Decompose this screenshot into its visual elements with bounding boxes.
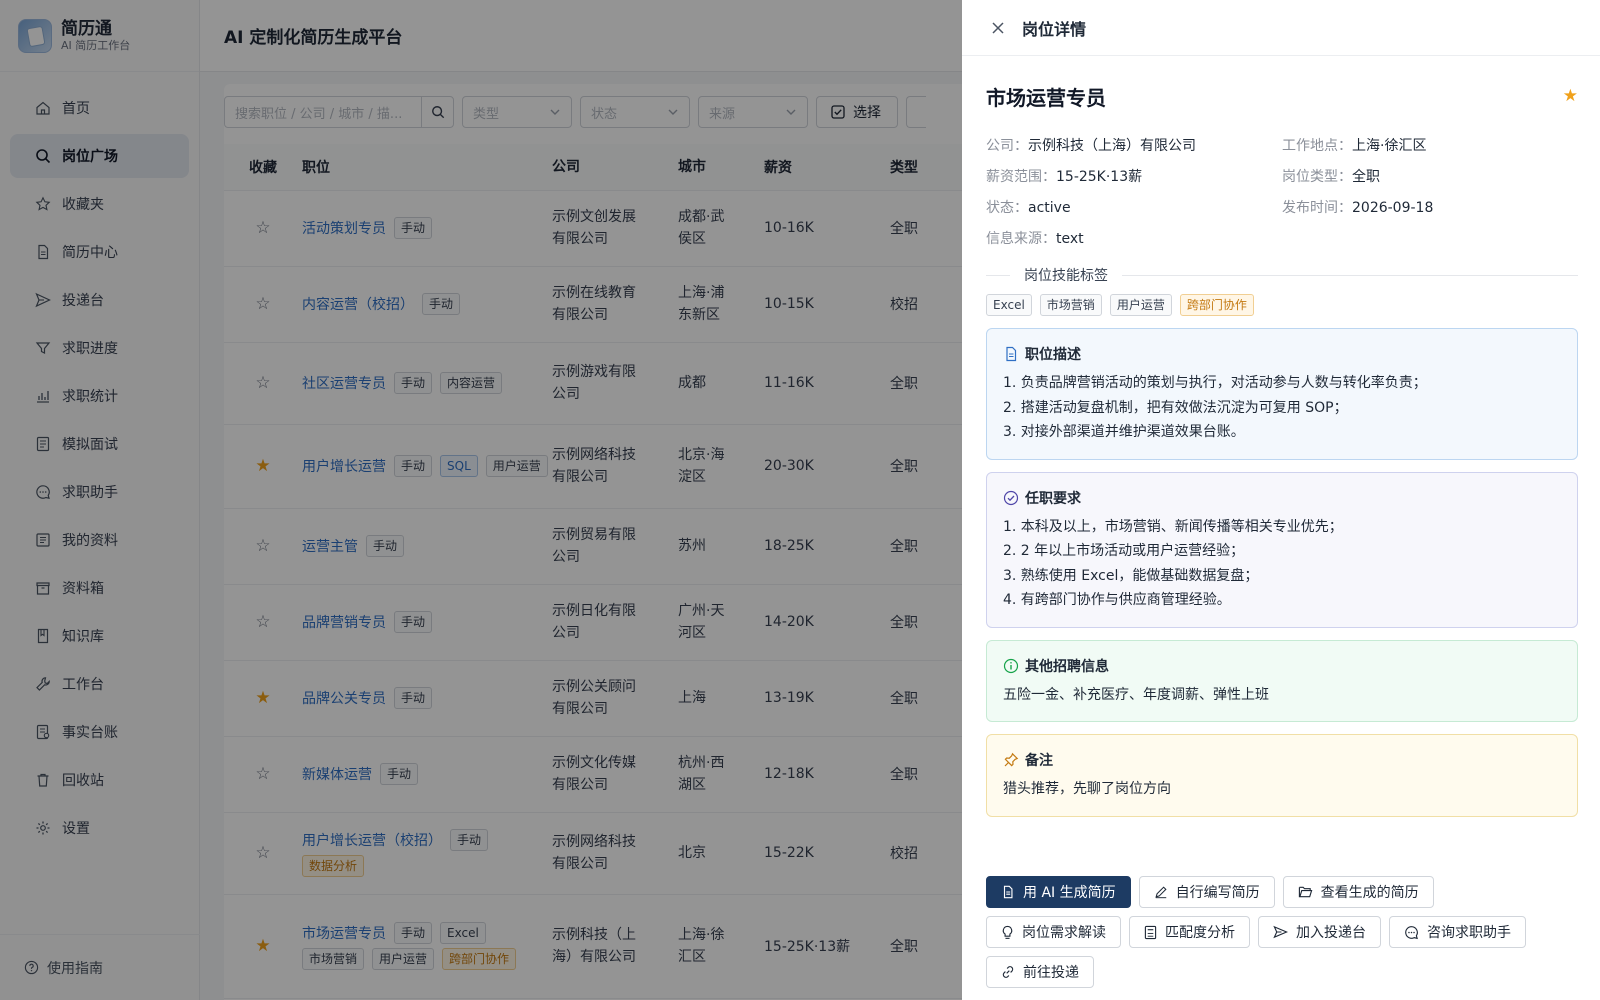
job-info-item: 公司：示例科技（上海）有限公司 — [986, 136, 1282, 157]
analyze-job-button[interactable]: 岗位需求解读 — [986, 916, 1121, 948]
info-value: text — [1056, 231, 1084, 247]
self-write-resume-button[interactable]: 自行编写简历 — [1138, 876, 1275, 908]
job-title: 市场运营专员 — [986, 85, 1106, 110]
document-icon — [1003, 346, 1019, 362]
info-value: 15-25K·13薪 — [1056, 169, 1143, 185]
close-icon[interactable] — [988, 18, 1008, 38]
job-info-item: 薪资范围：15-25K·13薪 — [986, 167, 1282, 188]
job-info-item: 信息来源：text — [986, 229, 1282, 250]
info-value: 示例科技（上海）有限公司 — [1028, 138, 1196, 154]
skills-label: 岗位技能标签 — [1024, 268, 1108, 284]
text-line: 3. 对接外部渠道并维护渠道效果台账。 — [1003, 424, 1245, 440]
info-label: 状态： — [986, 200, 1028, 216]
skill-tag: 用户运营 — [1109, 294, 1172, 316]
check-circle-icon — [1003, 490, 1019, 506]
info-label: 岗位类型： — [1282, 169, 1352, 185]
analyze-job-label: 岗位需求解读 — [1022, 925, 1106, 941]
job-info-item: 状态：active — [986, 198, 1282, 219]
folder-open-icon — [1298, 885, 1313, 899]
ai-generate-resume-button[interactable]: 用 AI 生成简历 — [986, 876, 1131, 908]
skill-tags: Excel 市场营销 用户运营 跨部门协作 — [986, 294, 1578, 316]
notes-text: 猎头推荐，先聊了岗位方向 — [1003, 781, 1171, 797]
info-label: 工作地点： — [1282, 138, 1352, 154]
text-line: 4. 有跨部门协作与供应商管理经验。 — [1003, 592, 1231, 608]
drawer-overlay-mask[interactable] — [0, 0, 962, 1000]
pin-icon — [1003, 752, 1019, 768]
match-analysis-button[interactable]: 匹配度分析 — [1129, 916, 1250, 948]
job-info-item: 发布时间：2026-09-18 — [1282, 198, 1578, 219]
job-detail-drawer: 岗位详情 市场运营专员 ★ 公司：示例科技（上海）有限公司 工作地点：上海·徐汇区… — [962, 0, 1600, 1000]
drawer-body: 市场运营专员 ★ 公司：示例科技（上海）有限公司 工作地点：上海·徐汇区 薪资范围：… — [986, 56, 1578, 817]
text-line: 3. 熟练使用 Excel，能做基础数据复盘； — [1003, 567, 1259, 584]
job-info-item: 工作地点：上海·徐汇区 — [1282, 136, 1578, 157]
go-apply-label: 前往投递 — [1023, 965, 1079, 981]
info-label: 发布时间： — [1282, 200, 1352, 216]
notes-title: 备注 — [1025, 753, 1053, 769]
other-info-title: 其他招聘信息 — [1025, 658, 1109, 675]
text-line: 1. 本科及以上，市场营销、新闻传播等相关专业优先； — [1003, 518, 1343, 535]
go-apply-button[interactable]: 前往投递 — [986, 956, 1094, 988]
calculator-icon — [1144, 925, 1157, 940]
description-card: 职位描述 1. 负责品牌营销活动的策划与执行，对活动参与人数与转化率负责； 2. … — [986, 328, 1578, 460]
info-value: 上海·徐汇区 — [1352, 138, 1427, 154]
requirements-title: 任职要求 — [1025, 490, 1081, 507]
add-to-board-button[interactable]: 加入投递台 — [1258, 916, 1381, 948]
description-title: 职位描述 — [1025, 347, 1081, 363]
view-generated-resume-button[interactable]: 查看生成的简历 — [1282, 876, 1434, 908]
skill-tag: 市场营销 — [1039, 294, 1102, 316]
pencil-icon — [1154, 885, 1168, 899]
skill-tag: 跨部门协作 — [1179, 294, 1254, 316]
chat-icon — [1404, 925, 1419, 940]
add-to-board-label: 加入投递台 — [1296, 925, 1366, 941]
ai-generate-resume-label: 用 AI 生成简历 — [1023, 885, 1116, 901]
info-value: 全职 — [1352, 169, 1380, 185]
consult-assistant-button[interactable]: 咨询求职助手 — [1389, 916, 1526, 948]
other-info-card: 其他招聘信息 五险一金、补充医疗、年度调薪、弹性上班 — [986, 639, 1578, 722]
lightbulb-icon — [1001, 925, 1014, 940]
text-line: 2. 搭建活动复盘机制，把有效做法沉淀为可复用 SOP； — [1003, 399, 1348, 416]
link-icon — [1001, 965, 1015, 979]
info-value: 2026-09-18 — [1352, 200, 1434, 216]
drawer-header: 岗位详情 — [962, 0, 1600, 56]
document-icon — [1001, 885, 1015, 899]
send-icon — [1273, 925, 1288, 939]
match-analysis-label: 匹配度分析 — [1165, 925, 1235, 941]
text-line: 2. 2 年以上市场活动或用户运营经验； — [1003, 543, 1245, 559]
favorite-star-icon[interactable]: ★ — [1563, 86, 1578, 106]
notes-card: 备注 猎头推荐，先聊了岗位方向 — [986, 734, 1578, 817]
info-label: 薪资范围： — [986, 169, 1056, 185]
info-value: active — [1028, 200, 1071, 216]
other-info-text: 五险一金、补充医疗、年度调薪、弹性上班 — [1003, 686, 1269, 703]
info-label: 公司： — [986, 138, 1028, 154]
skill-tag: Excel — [986, 294, 1032, 316]
consult-assistant-label: 咨询求职助手 — [1427, 925, 1511, 941]
skills-divider: 岗位技能标签 — [986, 264, 1578, 286]
info-label: 信息来源： — [986, 231, 1056, 247]
drawer-actions: 用 AI 生成简历 自行编写简历 查看生成的简历 岗位需求解读 匹配度分析 加入… — [986, 876, 1578, 996]
requirements-card: 任职要求 1. 本科及以上，市场营销、新闻传播等相关专业优先； 2. 2 年以上市… — [986, 471, 1578, 628]
job-info-item: 岗位类型：全职 — [1282, 167, 1578, 188]
job-info-grid: 公司：示例科技（上海）有限公司 工作地点：上海·徐汇区 薪资范围：15-25K·13… — [986, 136, 1578, 250]
info-circle-icon — [1003, 658, 1019, 674]
text-line: 1. 负责品牌营销活动的策划与执行，对活动参与人数与转化率负责； — [1003, 375, 1427, 391]
view-generated-resume-label: 查看生成的简历 — [1320, 885, 1419, 901]
self-write-resume-label: 自行编写简历 — [1175, 885, 1260, 901]
drawer-title: 岗位详情 — [1022, 19, 1087, 39]
